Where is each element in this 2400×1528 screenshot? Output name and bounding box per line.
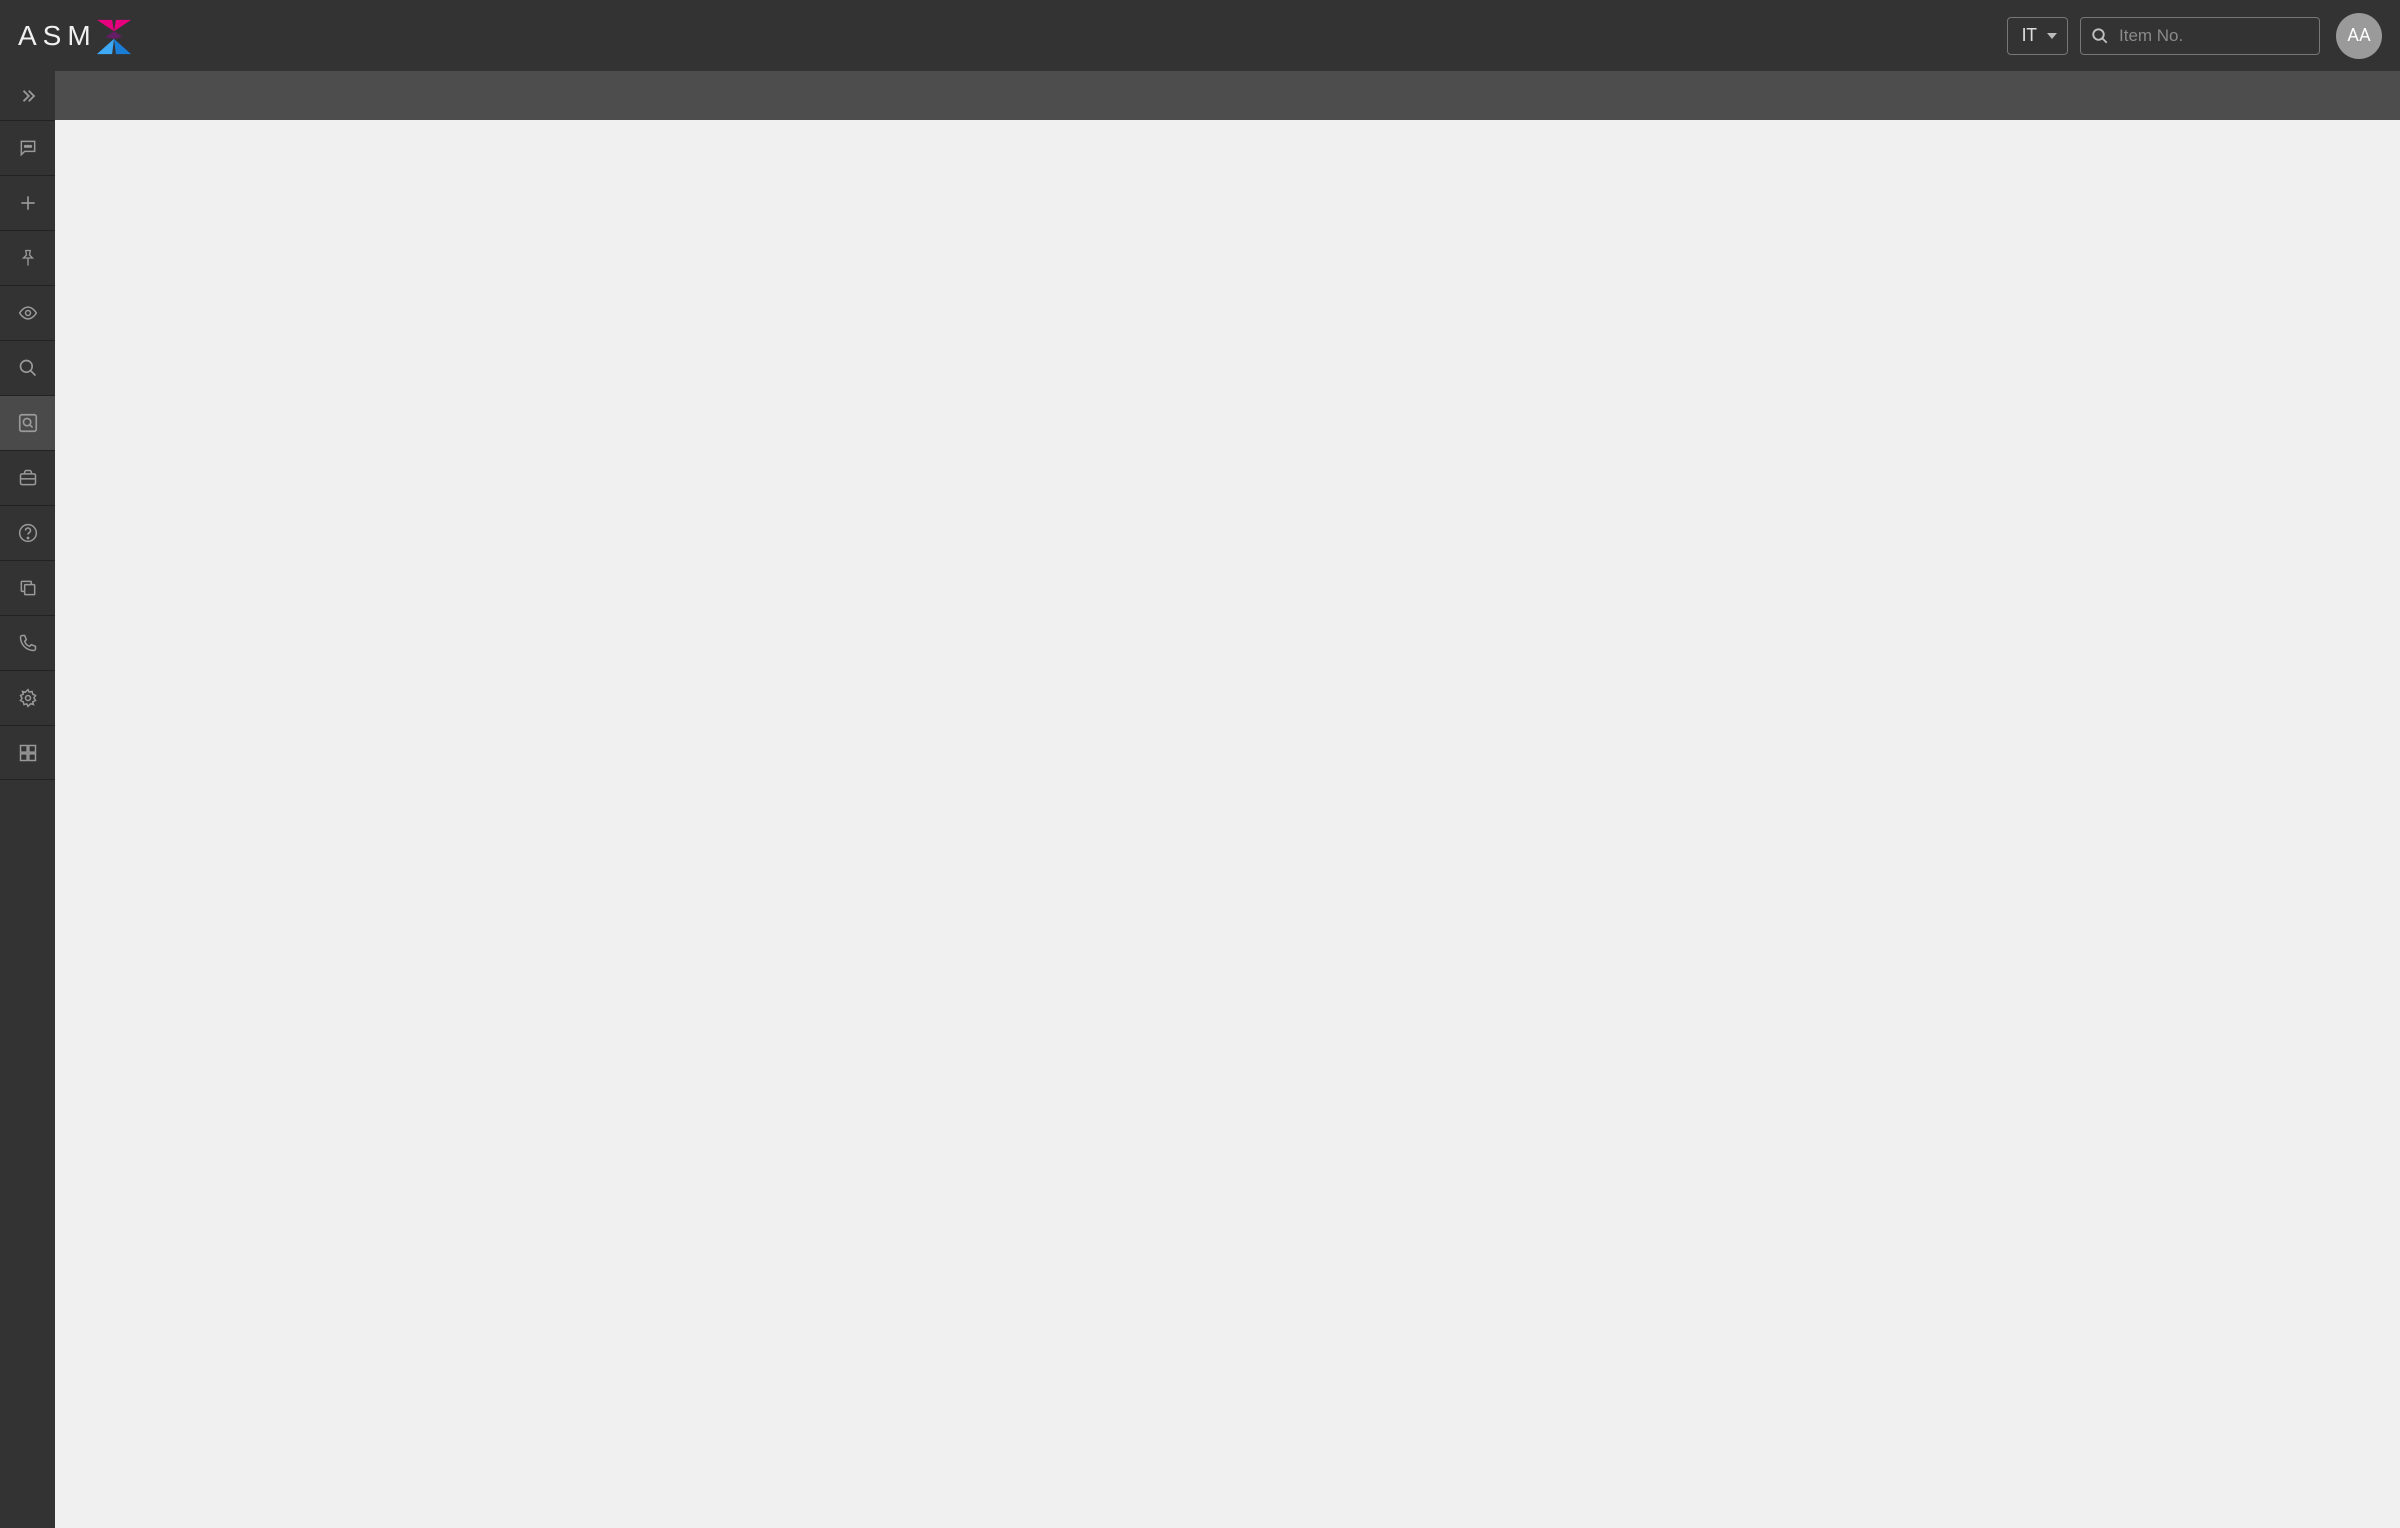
app-logo[interactable]: ASM	[18, 16, 133, 56]
sidebar-item-chat[interactable]	[0, 120, 55, 175]
sub-header	[55, 71, 2400, 120]
app-body	[0, 71, 2400, 1528]
content-area	[55, 71, 2400, 1528]
chat-icon	[18, 138, 38, 158]
briefcase-icon	[18, 468, 38, 488]
search-doc-icon	[17, 412, 39, 434]
sidebar-item-expand[interactable]	[0, 71, 55, 120]
user-avatar[interactable]: AA	[2336, 13, 2382, 59]
language-label: IT	[2022, 25, 2037, 46]
grid-icon	[18, 743, 38, 763]
gear-icon	[18, 688, 38, 708]
logo-x-icon	[95, 18, 133, 56]
item-search-input[interactable]	[2119, 26, 2309, 46]
sidebar-item-search[interactable]	[0, 340, 55, 395]
plus-icon	[18, 193, 38, 213]
sidebar-item-briefcase[interactable]	[0, 450, 55, 505]
search-icon	[18, 358, 38, 378]
item-search-box[interactable]	[2080, 17, 2320, 55]
language-selector[interactable]: IT	[2007, 17, 2068, 55]
sidebar-item-copy[interactable]	[0, 560, 55, 615]
help-icon	[18, 523, 38, 543]
app-header: ASM IT AA	[0, 0, 2400, 71]
avatar-initials: AA	[2347, 25, 2370, 46]
pin-icon	[19, 249, 37, 267]
search-icon	[2091, 27, 2109, 45]
sidebar-item-searchdoc[interactable]	[0, 395, 55, 450]
chevron-double-right-icon	[19, 87, 37, 105]
sidebar-item-phone[interactable]	[0, 615, 55, 670]
sidebar-item-settings[interactable]	[0, 670, 55, 725]
main-canvas	[55, 120, 2400, 1528]
sidebar	[0, 71, 55, 1528]
sidebar-item-pin[interactable]	[0, 230, 55, 285]
copy-icon	[18, 578, 38, 598]
eye-icon	[18, 303, 38, 323]
sidebar-item-apps[interactable]	[0, 725, 55, 780]
sidebar-item-view[interactable]	[0, 285, 55, 340]
logo-text: ASM	[18, 20, 97, 52]
sidebar-item-help[interactable]	[0, 505, 55, 560]
phone-icon	[18, 633, 38, 653]
sidebar-item-add[interactable]	[0, 175, 55, 230]
caret-down-icon	[2047, 33, 2057, 39]
